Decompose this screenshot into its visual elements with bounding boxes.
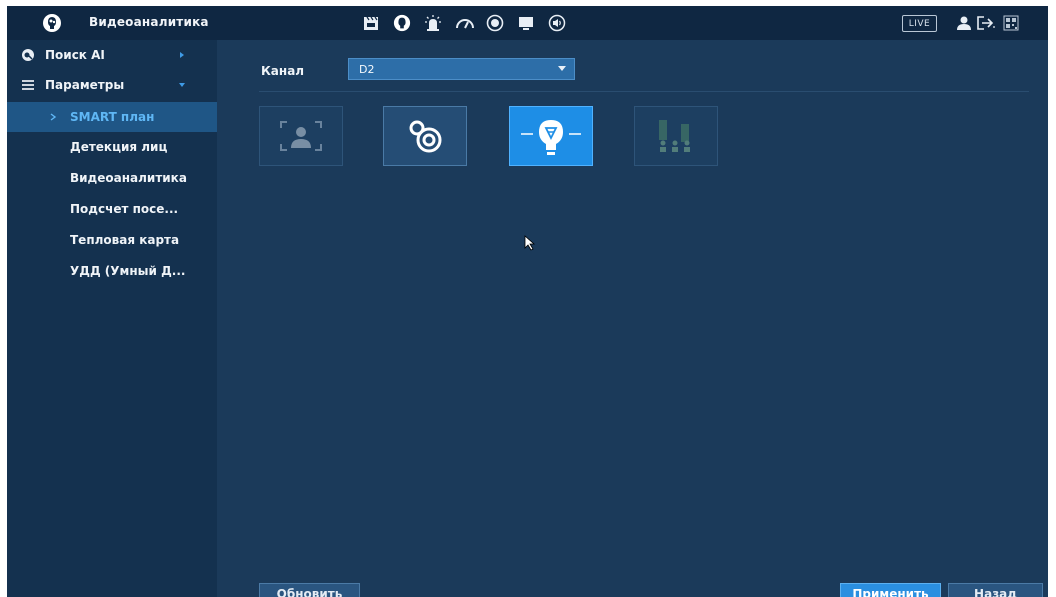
sidebar-sub-smart-plan[interactable]: SMART план: [7, 102, 217, 132]
mouse-cursor-icon: [524, 235, 536, 251]
sidebar-sub-label: Детекция лиц: [70, 140, 168, 154]
apply-button[interactable]: Применить: [840, 583, 941, 597]
alarm-light-icon[interactable]: [422, 12, 444, 34]
top-bar: Видеоаналитика LIVE: [7, 6, 1048, 40]
gauge-icon[interactable]: [454, 12, 476, 34]
sidebar-item-label: Поиск AI: [45, 47, 105, 62]
record-icon[interactable]: [484, 12, 506, 34]
sidebar-sub-label: Видеоаналитика: [70, 171, 187, 185]
video-analytics-bulb-icon: [521, 120, 581, 155]
brain-head-icon[interactable]: [391, 12, 413, 34]
sidebar-item-label: Параметры: [45, 77, 125, 92]
face-detect-icon: [280, 121, 322, 151]
app-title: Видеоаналитика: [89, 15, 209, 29]
user-icon[interactable]: [953, 12, 975, 34]
logout-icon[interactable]: [975, 12, 997, 34]
sidebar-item-parameters[interactable]: Параметры: [7, 70, 217, 99]
sidebar-sub-people-counting[interactable]: Подсчет посе...: [7, 194, 217, 224]
channel-value: D2: [359, 62, 375, 76]
people-counting-icon: [659, 120, 690, 152]
sidebar-sub-label: Подсчет посе...: [70, 202, 179, 216]
sidebar-sub-heat-map[interactable]: Тепловая карта: [7, 225, 217, 255]
sidebar-sub-smart-track[interactable]: УДД (Умный Д...: [7, 256, 217, 286]
heatmap-rings-icon: [409, 120, 442, 153]
monitor-icon[interactable]: [515, 12, 537, 34]
sidebar-sub-label: Тепловая карта: [70, 233, 180, 247]
plan-tile-video-analytics[interactable]: [509, 106, 593, 166]
dropdown-arrow-icon: [558, 66, 566, 71]
sidebar-item-ai-search[interactable]: Поиск AI: [7, 40, 217, 69]
ai-search-icon: [22, 49, 34, 61]
refresh-button[interactable]: Обновить: [259, 583, 360, 597]
back-button[interactable]: Назад: [948, 583, 1043, 597]
app-window: Видеоаналитика LIVE Поиск AI Параметры S…: [7, 6, 1048, 597]
sidebar-sub-label: УДД (Умный Д...: [70, 264, 186, 278]
plan-tile-people-counting[interactable]: [634, 106, 718, 166]
channel-select[interactable]: D2: [348, 58, 575, 80]
list-icon: [22, 80, 34, 90]
sidebar-sub-video-analytics[interactable]: Видеоаналитика: [7, 163, 217, 193]
sidebar-sub-label: SMART план: [70, 110, 155, 124]
plan-tile-heatmap[interactable]: [383, 106, 467, 166]
sidebar: Поиск AI Параметры SMART план Детекция л…: [7, 40, 217, 597]
sidebar-sub-face-detection[interactable]: Детекция лиц: [7, 132, 217, 162]
chevron-right-icon: [180, 52, 184, 58]
plan-tile-face-detection[interactable]: [259, 106, 343, 166]
clapperboard-icon[interactable]: [360, 12, 382, 34]
channel-label: Канал: [261, 64, 305, 78]
chevron-right-icon: [50, 113, 57, 121]
chevron-down-icon: [179, 83, 185, 87]
live-button[interactable]: LIVE: [902, 15, 937, 32]
speaker-icon[interactable]: [546, 12, 568, 34]
divider: [259, 91, 1029, 92]
qr-code-icon[interactable]: [1000, 12, 1022, 34]
brain-head-icon: [43, 14, 61, 32]
